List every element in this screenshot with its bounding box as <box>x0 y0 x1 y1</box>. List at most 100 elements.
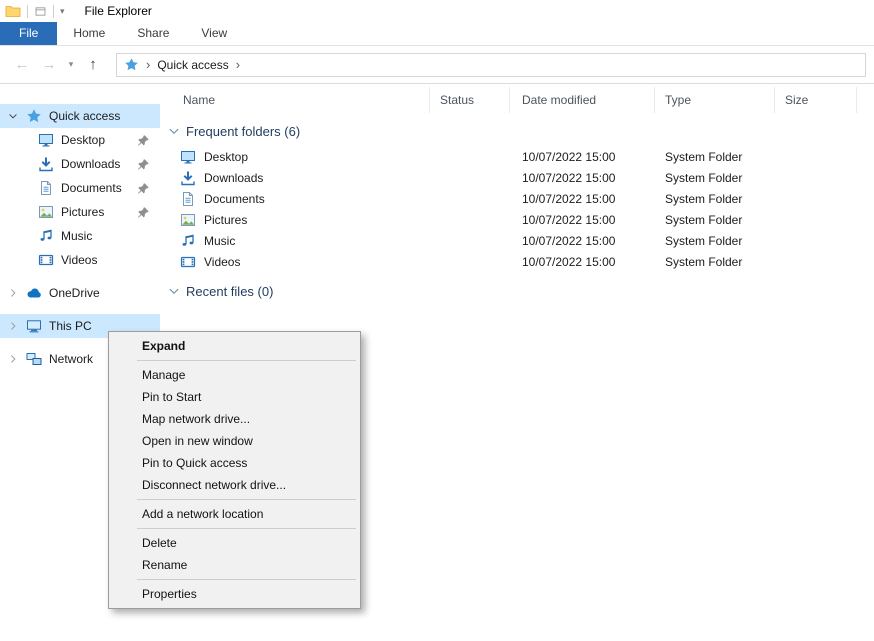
back-icon[interactable]: ← <box>10 56 34 73</box>
column-header-name[interactable]: Name <box>160 87 430 113</box>
sidebar-item-label: Videos <box>61 253 97 267</box>
videos-icon <box>180 254 196 270</box>
window-title: File Explorer <box>85 4 152 18</box>
menu-item-pin-to-start[interactable]: Pin to Start <box>109 386 360 408</box>
sidebar-item-label: Network <box>49 352 93 366</box>
sidebar-item-videos[interactable]: Videos <box>0 248 160 272</box>
tab-home[interactable]: Home <box>57 22 121 45</box>
table-row-music[interactable]: Music 10/07/2022 15:00 System Folder <box>160 230 874 251</box>
chevron-down-icon[interactable] <box>8 111 26 122</box>
tab-share[interactable]: Share <box>121 22 185 45</box>
downloads-icon <box>38 156 54 172</box>
file-name: Documents <box>204 192 265 206</box>
table-row-videos[interactable]: Videos 10/07/2022 15:00 System Folder <box>160 251 874 272</box>
file-date-modified: 10/07/2022 15:00 <box>510 255 655 269</box>
table-row-downloads[interactable]: Downloads 10/07/2022 15:00 System Folder <box>160 167 874 188</box>
desktop-icon <box>180 149 196 165</box>
titlebar: ▾ File Explorer <box>0 0 874 22</box>
music-icon <box>38 228 54 244</box>
group-header-frequent-folders[interactable]: Frequent folders (6) <box>168 121 874 141</box>
file-date-modified: 10/07/2022 15:00 <box>510 213 655 227</box>
pin-icon <box>137 158 150 171</box>
column-header-type[interactable]: Type <box>655 87 775 113</box>
pin-icon <box>137 206 150 219</box>
menu-item-add-network-location[interactable]: Add a network location <box>109 503 360 525</box>
menu-item-rename[interactable]: Rename <box>109 554 360 576</box>
music-icon <box>180 233 196 249</box>
sidebar-item-downloads[interactable]: Downloads <box>0 152 160 176</box>
pin-icon <box>137 182 150 195</box>
tab-file[interactable]: File <box>0 22 57 45</box>
quick-access-icon <box>26 108 42 124</box>
breadcrumb-chevron-icon[interactable]: › <box>146 57 150 72</box>
table-row-documents[interactable]: Documents 10/07/2022 15:00 System Folder <box>160 188 874 209</box>
context-menu: Expand Manage Pin to Start Map network d… <box>108 331 361 609</box>
documents-icon <box>38 180 54 196</box>
this-pc-icon <box>26 318 42 334</box>
menu-item-properties[interactable]: Properties <box>109 583 360 605</box>
quick-access-toolbar-icon[interactable] <box>34 5 47 18</box>
column-header-size[interactable]: Size <box>775 87 857 113</box>
menu-separator <box>137 360 356 361</box>
toolbar-divider <box>53 5 54 18</box>
toolbar-divider <box>27 5 28 18</box>
file-name: Videos <box>204 255 240 269</box>
sidebar-item-documents[interactable]: Documents <box>0 176 160 200</box>
forward-icon[interactable]: → <box>37 56 61 73</box>
explorer-logo-icon <box>5 3 21 19</box>
file-name: Downloads <box>204 171 263 185</box>
menu-item-map-network-drive[interactable]: Map network drive... <box>109 408 360 430</box>
file-type: System Folder <box>655 192 775 206</box>
menu-item-delete[interactable]: Delete <box>109 532 360 554</box>
file-type: System Folder <box>655 171 775 185</box>
sidebar-item-label: OneDrive <box>49 286 100 300</box>
sidebar-item-desktop[interactable]: Desktop <box>0 128 160 152</box>
column-headers: Name Status Date modified Type Size <box>160 87 874 113</box>
menu-item-disconnect-network-drive[interactable]: Disconnect network drive... <box>109 474 360 496</box>
group-header-recent-files[interactable]: Recent files (0) <box>168 281 874 301</box>
customize-toolbar-dropdown-icon[interactable]: ▾ <box>60 6 65 17</box>
file-type: System Folder <box>655 234 775 248</box>
file-type: System Folder <box>655 213 775 227</box>
group-label: Frequent folders (6) <box>186 124 300 139</box>
quick-access-location-icon <box>124 57 139 72</box>
column-header-status[interactable]: Status <box>430 87 510 113</box>
onedrive-icon <box>26 285 42 301</box>
sidebar-item-label: Music <box>61 229 92 243</box>
sidebar-item-pictures[interactable]: Pictures <box>0 200 160 224</box>
menu-item-pin-to-quick-access[interactable]: Pin to Quick access <box>109 452 360 474</box>
breadcrumb[interactable]: Quick access <box>157 58 228 72</box>
sidebar-item-music[interactable]: Music <box>0 224 160 248</box>
menu-item-open-in-new-window[interactable]: Open in new window <box>109 430 360 452</box>
chevron-right-icon[interactable] <box>8 354 26 365</box>
column-header-date-modified[interactable]: Date modified <box>510 87 655 113</box>
chevron-right-icon[interactable] <box>8 321 26 332</box>
file-name: Music <box>204 234 235 248</box>
pictures-icon <box>38 204 54 220</box>
address-bar[interactable]: › Quick access › <box>116 53 866 77</box>
chevron-down-icon[interactable] <box>168 285 180 297</box>
sidebar-item-onedrive[interactable]: OneDrive <box>0 281 160 305</box>
file-name: Pictures <box>204 213 247 227</box>
file-date-modified: 10/07/2022 15:00 <box>510 192 655 206</box>
file-name: Desktop <box>204 150 248 164</box>
sidebar-item-quick-access[interactable]: Quick access <box>0 104 160 128</box>
navigation-bar: ← → ▾ ↑ › Quick access › <box>0 46 874 84</box>
breadcrumb-chevron-icon[interactable]: › <box>236 57 240 72</box>
menu-item-expand[interactable]: Expand <box>109 335 360 357</box>
chevron-right-icon[interactable] <box>8 288 26 299</box>
downloads-icon <box>180 170 196 186</box>
documents-icon <box>180 191 196 207</box>
chevron-down-icon[interactable] <box>168 125 180 137</box>
menu-separator <box>137 579 356 580</box>
menu-item-manage[interactable]: Manage <box>109 364 360 386</box>
tab-view[interactable]: View <box>185 22 243 45</box>
sidebar-item-label: Documents <box>61 181 122 195</box>
table-row-pictures[interactable]: Pictures 10/07/2022 15:00 System Folder <box>160 209 874 230</box>
videos-icon <box>38 252 54 268</box>
table-row-desktop[interactable]: Desktop 10/07/2022 15:00 System Folder <box>160 146 874 167</box>
group-label: Recent files (0) <box>186 284 273 299</box>
recent-locations-dropdown-icon[interactable]: ▾ <box>64 59 78 70</box>
up-icon[interactable]: ↑ <box>81 56 105 73</box>
file-date-modified: 10/07/2022 15:00 <box>510 234 655 248</box>
